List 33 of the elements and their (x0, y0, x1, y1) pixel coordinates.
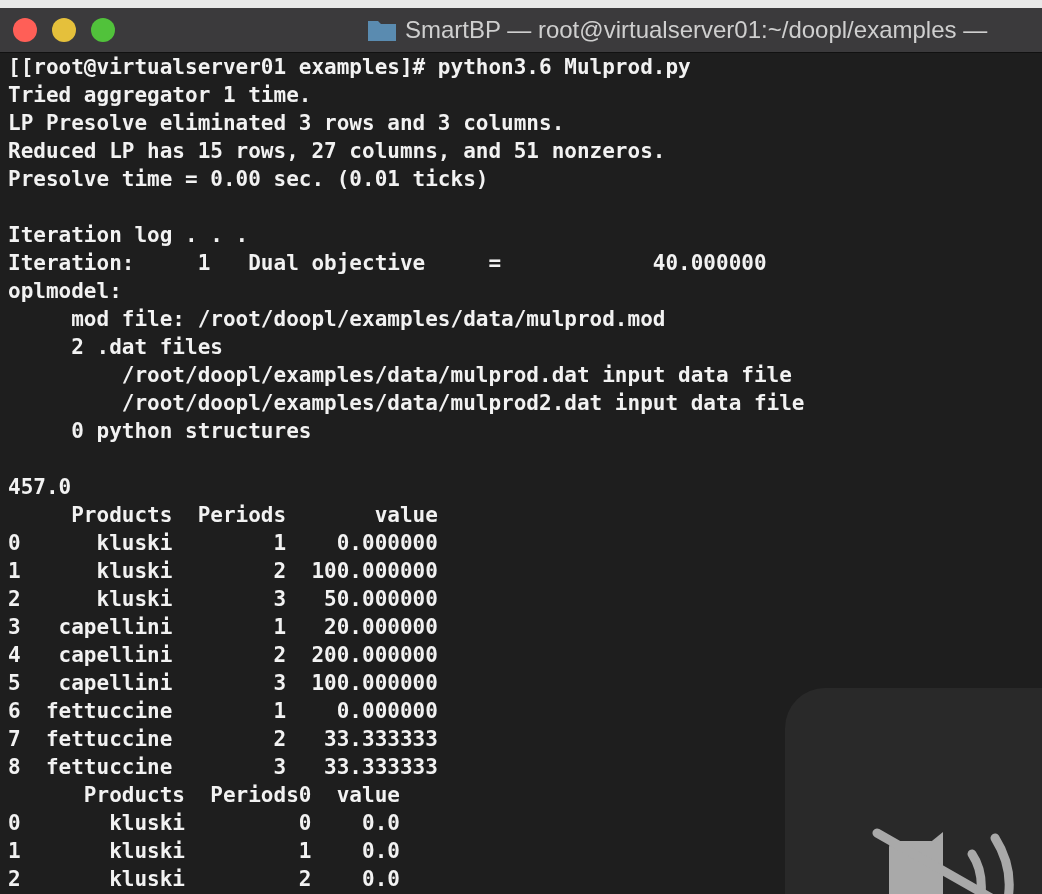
terminal-line: 5 capellini 3 100.000000 (8, 670, 439, 697)
minimize-button[interactable] (52, 18, 76, 42)
terminal-line: 2 kluski 3 50.000000 (8, 586, 439, 613)
terminal-line: LP Presolve eliminated 3 rows and 3 columns. (8, 110, 566, 137)
close-button[interactable] (13, 18, 37, 42)
terminal-line: 4 capellini 2 200.000000 (8, 642, 439, 669)
terminal-line: Iteration: 1 Dual objective = 40.000000 (8, 250, 768, 277)
terminal-line: Iteration log . . . (8, 222, 250, 249)
terminal-line: Products Periods value (70, 502, 439, 529)
terminal-line: 0 kluski 0 0.0 (8, 810, 401, 837)
terminal-line: 7 fettuccine 2 33.333333 (8, 726, 439, 753)
window-title: SmartBP — root@virtualserver01:~/doopl/examples — (405, 16, 988, 44)
maximize-button[interactable] (91, 18, 115, 42)
terminal-line: 457.0 (8, 474, 73, 501)
terminal-line: /root/doopl/examples/data/mulprod.dat input data file (120, 362, 793, 389)
terminal-line: mod file: /root/doopl/examples/data/mulprod.mod (70, 306, 667, 333)
terminal-line: /root/doopl/examples/data/mulprod2.dat input data file (120, 390, 806, 417)
terminal-line: Presolve time = 0.00 sec. (0.01 ticks) (8, 166, 490, 193)
terminal-line: 6 fettuccine 1 0.000000 (8, 698, 439, 725)
terminal-line: 0 kluski 1 0.000000 (8, 530, 439, 557)
terminal-line: Reduced LP has 15 rows, 27 columns, and 51 nonzeros. (8, 138, 667, 165)
terminal-line: 1 kluski 2 100.000000 (8, 558, 439, 585)
terminal-line: 8 fettuccine 3 33.333333 (8, 754, 439, 781)
terminal-line: oplmodel: (8, 278, 123, 305)
terminal-line: [[root@virtualserver01 examples]# python3.6 Mulprod.py (8, 54, 692, 81)
folder-icon (367, 18, 397, 42)
terminal-line: 1 kluski 1 0.0 (8, 838, 401, 865)
terminal-line: 2 kluski 2 0.0 (8, 866, 401, 893)
terminal-line: 2 .dat files (70, 334, 224, 361)
terminal-line: 0 python structures (70, 418, 313, 445)
terminal-line: Products Periods0 value (82, 782, 401, 809)
terminal-line: Tried aggregator 1 time. (8, 82, 313, 109)
terminal-line: 3 capellini 1 20.000000 (8, 614, 439, 641)
